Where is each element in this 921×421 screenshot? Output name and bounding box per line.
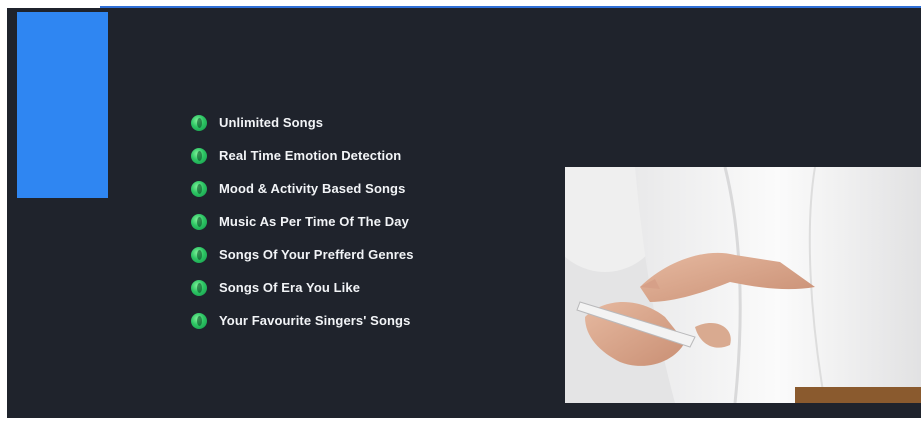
- feature-item-era: Songs Of Era You Like: [191, 271, 414, 304]
- feature-item-unlimited-songs: Unlimited Songs: [191, 106, 414, 139]
- feature-label: Real Time Emotion Detection: [219, 148, 402, 163]
- person-using-phone-photo: [565, 167, 921, 403]
- green-bullet-icon: [191, 279, 207, 296]
- green-bullet-icon: [191, 213, 207, 230]
- feature-item-time-of-day: Music As Per Time Of The Day: [191, 205, 414, 238]
- feature-label: Songs Of Era You Like: [219, 280, 361, 295]
- feature-list: Unlimited Songs Real Time Emotion Detect…: [191, 106, 414, 337]
- photo-illustration: [565, 167, 921, 403]
- feature-item-favourite-singers: Your Favourite Singers' Songs: [191, 304, 414, 337]
- green-bullet-icon: [191, 147, 207, 164]
- feature-label: Songs Of Your Prefferd Genres: [219, 247, 414, 262]
- green-bullet-icon: [191, 312, 207, 329]
- feature-item-genres: Songs Of Your Prefferd Genres: [191, 238, 414, 271]
- feature-label: Mood & Activity Based Songs: [219, 181, 406, 196]
- green-bullet-icon: [191, 180, 207, 197]
- accent-blue-block: [17, 12, 108, 198]
- feature-label: Music As Per Time Of The Day: [219, 214, 409, 229]
- feature-item-mood-activity: Mood & Activity Based Songs: [191, 172, 414, 205]
- green-bullet-icon: [191, 246, 207, 263]
- green-bullet-icon: [191, 114, 207, 131]
- feature-label: Unlimited Songs: [219, 115, 324, 130]
- page: Unlimited Songs Real Time Emotion Detect…: [0, 0, 921, 421]
- feature-item-emotion-detection: Real Time Emotion Detection: [191, 139, 414, 172]
- feature-label: Your Favourite Singers' Songs: [219, 313, 411, 328]
